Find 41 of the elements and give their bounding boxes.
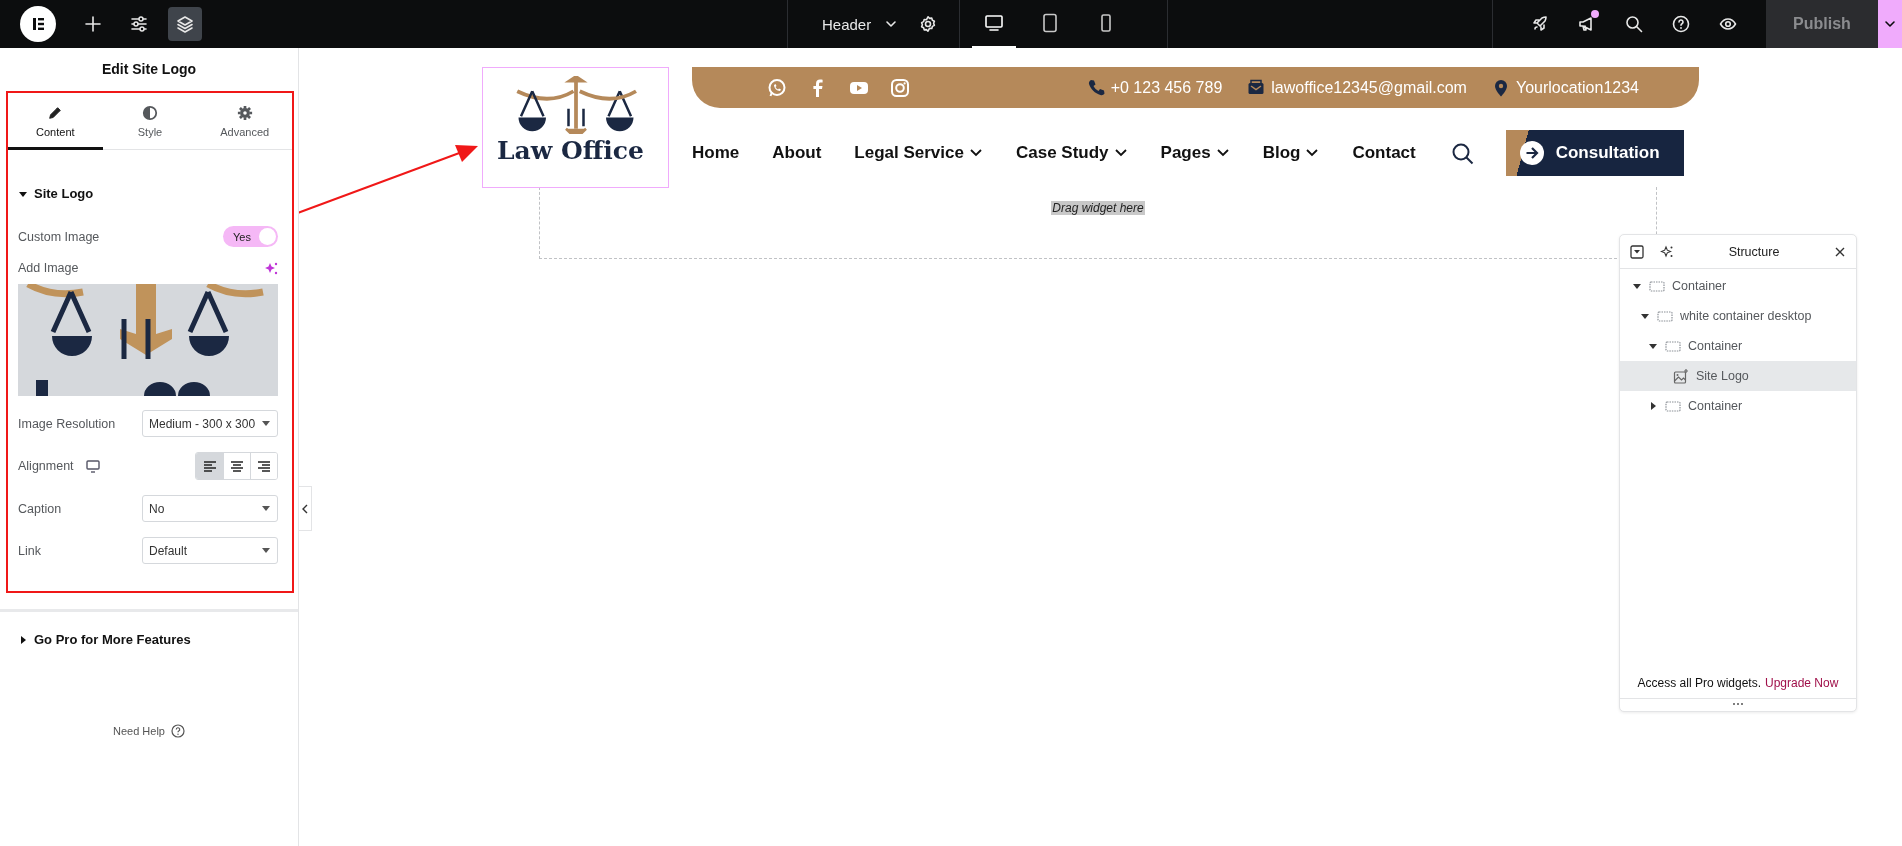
select-field[interactable]: Medium - 300 x 300 [142,410,278,437]
section-toggle[interactable]: Site Logo [18,186,94,201]
section-toggle[interactable]: Go Pro for More Features [18,632,191,647]
nav-link[interactable]: Case Study [1015,143,1128,163]
panel-tab[interactable]: Advanced [197,93,292,150]
drop-hint: Drag widget here [1051,201,1145,215]
panel-title: Structure [1727,244,1781,259]
tree-item[interactable]: Container [1620,331,1856,361]
logo-text: Law Office [497,136,644,165]
promo-text: Access all Pro widgets. [1637,676,1761,690]
site-logo[interactable]: Law Office [482,67,669,188]
nav-link[interactable]: About [772,143,822,163]
nav-link[interactable]: Home [692,143,740,163]
nav-link[interactable]: Blog [1262,143,1320,163]
panel-tab[interactable]: Style [102,93,198,150]
help-link[interactable]: Need Help [113,725,165,737]
control-label: Custom Image [18,229,100,244]
tree-item[interactable]: Container [1620,391,1856,421]
upgrade-link[interactable]: Upgrade Now [1765,676,1839,690]
select-field[interactable]: No [142,495,278,522]
nav-link[interactable]: Legal Service [854,143,983,163]
control-label: Image Resolution [18,416,116,431]
tree-item[interactable]: Site Logo [1620,361,1856,391]
contact-text: +0 123 456 789 [1110,78,1223,97]
contact-text: lawoffice12345@gmail.com [1271,78,1467,97]
document-dropdown[interactable]: Header [788,0,912,48]
panel-title: Edit Site Logo [100,60,198,79]
select-field[interactable]: Default [142,537,278,564]
nav-link[interactable]: Contact [1352,143,1416,163]
panel-tab[interactable]: Content [8,93,103,150]
nav-link[interactable]: Pages [1160,143,1230,163]
consultation-button[interactable]: Consultation [1505,130,1684,176]
control-label: Caption [18,501,62,516]
control-label: Add Image [18,261,79,275]
toggle-switch[interactable]: Yes [223,226,278,247]
contact-text: Yourlocation1234 [1515,78,1639,97]
tree-item[interactable]: white container desktop [1620,301,1856,331]
tree-item[interactable]: Container [1620,271,1856,301]
publish-button[interactable]: Publish [1766,0,1878,48]
control-label: Alignment [18,459,74,473]
control-label: Link [18,543,41,558]
